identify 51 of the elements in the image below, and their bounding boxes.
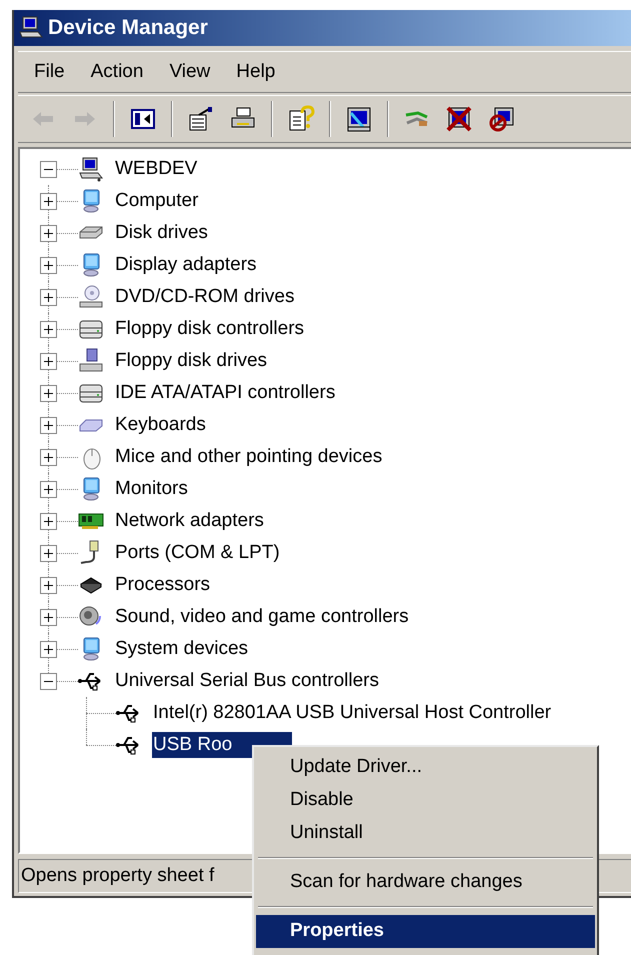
menu-item[interactable]: View <box>163 58 216 86</box>
properties-icon <box>187 105 215 133</box>
expander-toggle[interactable] <box>40 288 57 306</box>
tree-item[interactable]: Intel(r) 82801AA USB Universal Host Controller <box>152 700 552 726</box>
computer-icon <box>78 156 104 182</box>
tree-item[interactable]: WEBDEV <box>114 156 198 182</box>
tree-item[interactable]: Network adapters <box>114 508 265 534</box>
tree-item[interactable]: Universal Serial Bus controllers <box>114 668 380 694</box>
expander-toggle[interactable] <box>40 576 57 594</box>
help-icon <box>287 105 315 133</box>
expander-toggle[interactable] <box>40 480 57 498</box>
context-menu-item[interactable]: Properties <box>256 915 595 948</box>
tree-item[interactable]: Sound, video and game controllers <box>114 604 410 630</box>
tree-item[interactable]: Floppy disk controllers <box>114 316 306 342</box>
tree-item[interactable]: Disk drives <box>114 220 209 246</box>
monitor-icon <box>345 105 373 133</box>
expander-toggle[interactable] <box>40 256 57 274</box>
tree-item[interactable]: Computer <box>114 188 200 214</box>
tree-item[interactable]: Display adapters <box>114 252 258 278</box>
expander-toggle[interactable] <box>40 640 57 658</box>
expander-toggle[interactable] <box>40 320 57 338</box>
context-menu-item[interactable]: Disable <box>256 784 595 817</box>
expander-toggle[interactable] <box>40 672 57 690</box>
expander-toggle[interactable] <box>40 352 57 370</box>
menu-item[interactable]: Help <box>230 58 282 86</box>
tree-item[interactable]: Ports (COM & LPT) <box>114 540 281 566</box>
tree-item[interactable]: Processors <box>114 572 212 598</box>
prohibited-sign-icon <box>487 105 515 133</box>
expander-toggle[interactable] <box>40 416 57 434</box>
expander-toggle[interactable] <box>40 192 57 210</box>
expander-toggle[interactable] <box>40 544 57 562</box>
tree-item[interactable]: Monitors <box>114 476 189 502</box>
tree-item[interactable]: System devices <box>114 636 250 662</box>
expander-toggle[interactable] <box>40 608 57 626</box>
expander-toggle[interactable] <box>40 384 57 402</box>
cross-icon <box>445 105 473 133</box>
expander-toggle[interactable] <box>40 224 57 242</box>
tree-item[interactable]: Keyboards <box>114 412 207 438</box>
tree-item[interactable]: Floppy disk drives <box>114 348 268 374</box>
menu-item[interactable]: Action <box>84 58 150 86</box>
expander-toggle[interactable] <box>40 512 57 530</box>
expander-toggle[interactable] <box>40 448 57 466</box>
tree-item[interactable]: DVD/CD-ROM drives <box>114 284 296 310</box>
context-menu-item[interactable]: Uninstall <box>256 817 595 850</box>
menu-item[interactable]: File <box>28 58 71 86</box>
tree-item[interactable]: IDE ATA/ATAPI controllers <box>114 380 336 406</box>
expander-toggle[interactable] <box>40 160 57 178</box>
window-title: Device Manager <box>48 15 208 42</box>
tree-item[interactable]: Mice and other pointing devices <box>114 444 384 470</box>
cd-drive-icon <box>78 284 104 310</box>
floppy-drive-icon <box>78 348 104 374</box>
